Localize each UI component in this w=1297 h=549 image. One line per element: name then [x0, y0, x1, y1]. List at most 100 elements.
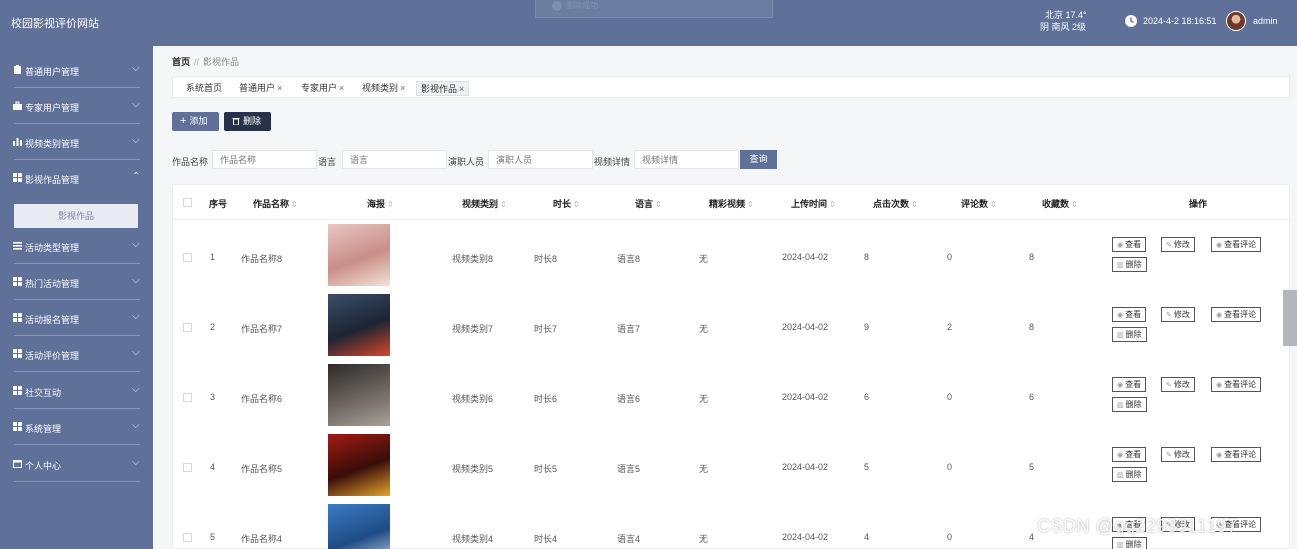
close-icon[interactable]: ×: [277, 83, 282, 93]
delete-button[interactable]: ▥ 删除: [1112, 537, 1147, 549]
edit-button[interactable]: ✎ 修改: [1161, 307, 1195, 322]
weather-widget: 北京 17.4° 阴 南风 2级: [1040, 9, 1087, 33]
eye-icon: ◉: [1117, 312, 1124, 319]
datetime: 2024-4-2 18:16:51: [1143, 16, 1217, 26]
view-comments-button[interactable]: ◉ 查看评论: [1211, 307, 1262, 322]
close-icon[interactable]: ×: [400, 83, 405, 93]
sidebar-item-hot-activities[interactable]: 热门活动管理 ⌵: [0, 264, 153, 300]
cell-category: 视频类别8: [452, 254, 494, 264]
tab-label: 系统首页: [186, 83, 223, 93]
delete-button[interactable]: ▥ 删除: [1112, 467, 1147, 482]
sort-icon: ⇕: [829, 200, 836, 209]
cell-favorites: 4: [1029, 532, 1035, 542]
sort-icon: ⇕: [747, 200, 754, 209]
tab-film-works[interactable]: 影视作品 ×: [416, 81, 470, 96]
delete-button[interactable]: ▥ 删除: [1112, 257, 1147, 272]
cell-favorites: 8: [1029, 252, 1035, 262]
view-button[interactable]: ◉ 查看: [1112, 447, 1147, 462]
username[interactable]: admin: [1253, 16, 1278, 26]
cell-clicks: 6: [864, 392, 870, 402]
tab-video-categories[interactable]: 视频类别 ×: [358, 81, 409, 96]
col-header-category[interactable]: 视频类别 ⇕: [462, 197, 507, 210]
view-button[interactable]: ◉ 查看: [1112, 377, 1147, 392]
batch-delete-button[interactable]: 删除: [224, 112, 271, 131]
list-icon: [13, 242, 22, 250]
view-comments-button[interactable]: ◉ 查看评论: [1211, 447, 1262, 462]
op-label: 删除: [1125, 330, 1142, 339]
row-checkbox[interactable]: [183, 463, 192, 472]
poster-image[interactable]: [328, 504, 390, 549]
sidebar-item-label: 活动报名管理: [25, 315, 80, 325]
tab-expert-users[interactable]: 专家用户 ×: [297, 81, 348, 96]
sidebar-item-activity-signup[interactable]: 活动报名管理 ⌵: [0, 300, 153, 336]
search-details-input[interactable]: [634, 150, 739, 169]
row-checkbox[interactable]: [183, 393, 192, 402]
view-comments-button[interactable]: ◉ 查看评论: [1211, 377, 1262, 392]
sidebar-item-activity-reviews[interactable]: 活动评价管理 ⌵: [0, 336, 153, 372]
avatar[interactable]: [1226, 11, 1246, 31]
cell-clicks: 8: [864, 252, 870, 262]
poster-image[interactable]: [328, 364, 390, 426]
view-comments-button[interactable]: ◉ 查看评论: [1211, 237, 1262, 252]
search-cast-input[interactable]: [488, 150, 593, 169]
sidebar-item-profile[interactable]: 个人中心 ⌵: [0, 446, 153, 482]
row-checkbox[interactable]: [183, 323, 192, 332]
cell-duration: 时长4: [534, 534, 558, 544]
search-name-input[interactable]: [212, 150, 317, 169]
select-all-checkbox[interactable]: [183, 198, 192, 207]
col-header-actions: 操作: [1189, 199, 1208, 209]
breadcrumb: 首页 //影视作品: [172, 55, 239, 68]
chevron-down-icon: ⌵: [132, 135, 140, 146]
col-header-name[interactable]: 作品名称 ⇕: [253, 197, 298, 210]
cell-language: 语言7: [617, 324, 641, 334]
cell-category: 视频类别6: [452, 394, 494, 404]
delete-button[interactable]: ▥ 删除: [1112, 327, 1147, 342]
edit-button[interactable]: ✎ 修改: [1161, 237, 1195, 252]
col-header-favorites[interactable]: 收藏数 ⇕: [1042, 197, 1078, 210]
sidebar-item-expert-users[interactable]: 专家用户管理 ⌵: [0, 88, 153, 124]
query-button[interactable]: 查询: [740, 150, 777, 169]
cell-comments: 0: [947, 392, 953, 402]
sidebar-item-activity-types[interactable]: 活动类型管理 ⌵: [0, 228, 153, 264]
col-header-duration[interactable]: 时长 ⇕: [553, 197, 580, 210]
sidebar-item-social[interactable]: 社交互动 ⌵: [0, 373, 153, 409]
close-icon[interactable]: ×: [339, 83, 344, 93]
add-button[interactable]: + 添加: [172, 112, 219, 131]
col-header-poster[interactable]: 海报 ⇕: [367, 197, 394, 210]
breadcrumb-home[interactable]: 首页: [172, 57, 190, 67]
col-header-video[interactable]: 精彩视频 ⇕: [709, 197, 754, 210]
cell-favorites: 6: [1029, 392, 1035, 402]
table-row: 3 作品名称6 视频类别6 时长6 语言6 无 2024-04-02 6 0 6 ◉ 查看 ✎ 修改 ◉ 查看…: [173, 361, 1291, 431]
cell-category: 视频类别7: [452, 324, 494, 334]
col-header-upload-time[interactable]: 上传时间 ⇕: [791, 197, 836, 210]
col-header-no: 序号: [209, 199, 228, 209]
tab-home[interactable]: 系统首页: [182, 81, 226, 96]
edit-button[interactable]: ✎ 修改: [1161, 377, 1195, 392]
sidebar-item-label: 社交互动: [25, 388, 62, 398]
col-header-comments[interactable]: 评论数 ⇕: [961, 197, 997, 210]
col-header-language[interactable]: 语言 ⇕: [635, 197, 662, 210]
tab-regular-users[interactable]: 普通用户 ×: [235, 81, 286, 96]
cell-clicks: 5: [864, 462, 870, 472]
poster-image[interactable]: [328, 224, 390, 286]
poster-image[interactable]: [328, 294, 390, 356]
poster-image[interactable]: [328, 434, 390, 496]
page-scrollbar[interactable]: [1283, 290, 1297, 346]
sidebar-item-video-categories[interactable]: 视频类别管理 ⌵: [0, 124, 153, 160]
add-label: 添加: [189, 116, 208, 126]
search-language-input[interactable]: [342, 150, 447, 169]
edit-button[interactable]: ✎ 修改: [1161, 447, 1195, 462]
cell-no: 1: [210, 252, 216, 262]
submenu-film-works[interactable]: 影视作品: [14, 204, 138, 228]
row-checkbox[interactable]: [183, 253, 192, 262]
delete-button[interactable]: ▥ 删除: [1112, 397, 1147, 412]
sidebar-item-regular-users[interactable]: 普通用户管理 ⌵: [0, 52, 153, 88]
sidebar-item-system[interactable]: 系统管理 ⌵: [0, 409, 153, 445]
view-button[interactable]: ◉ 查看: [1112, 237, 1147, 252]
col-header-clicks[interactable]: 点击次数 ⇕: [873, 197, 918, 210]
op-label: 查看评论: [1224, 310, 1257, 319]
sidebar-item-film-works[interactable]: 影视作品管理 ⌃: [0, 160, 153, 196]
close-icon[interactable]: ×: [459, 84, 464, 94]
view-button[interactable]: ◉ 查看: [1112, 307, 1147, 322]
row-checkbox[interactable]: [183, 533, 192, 542]
